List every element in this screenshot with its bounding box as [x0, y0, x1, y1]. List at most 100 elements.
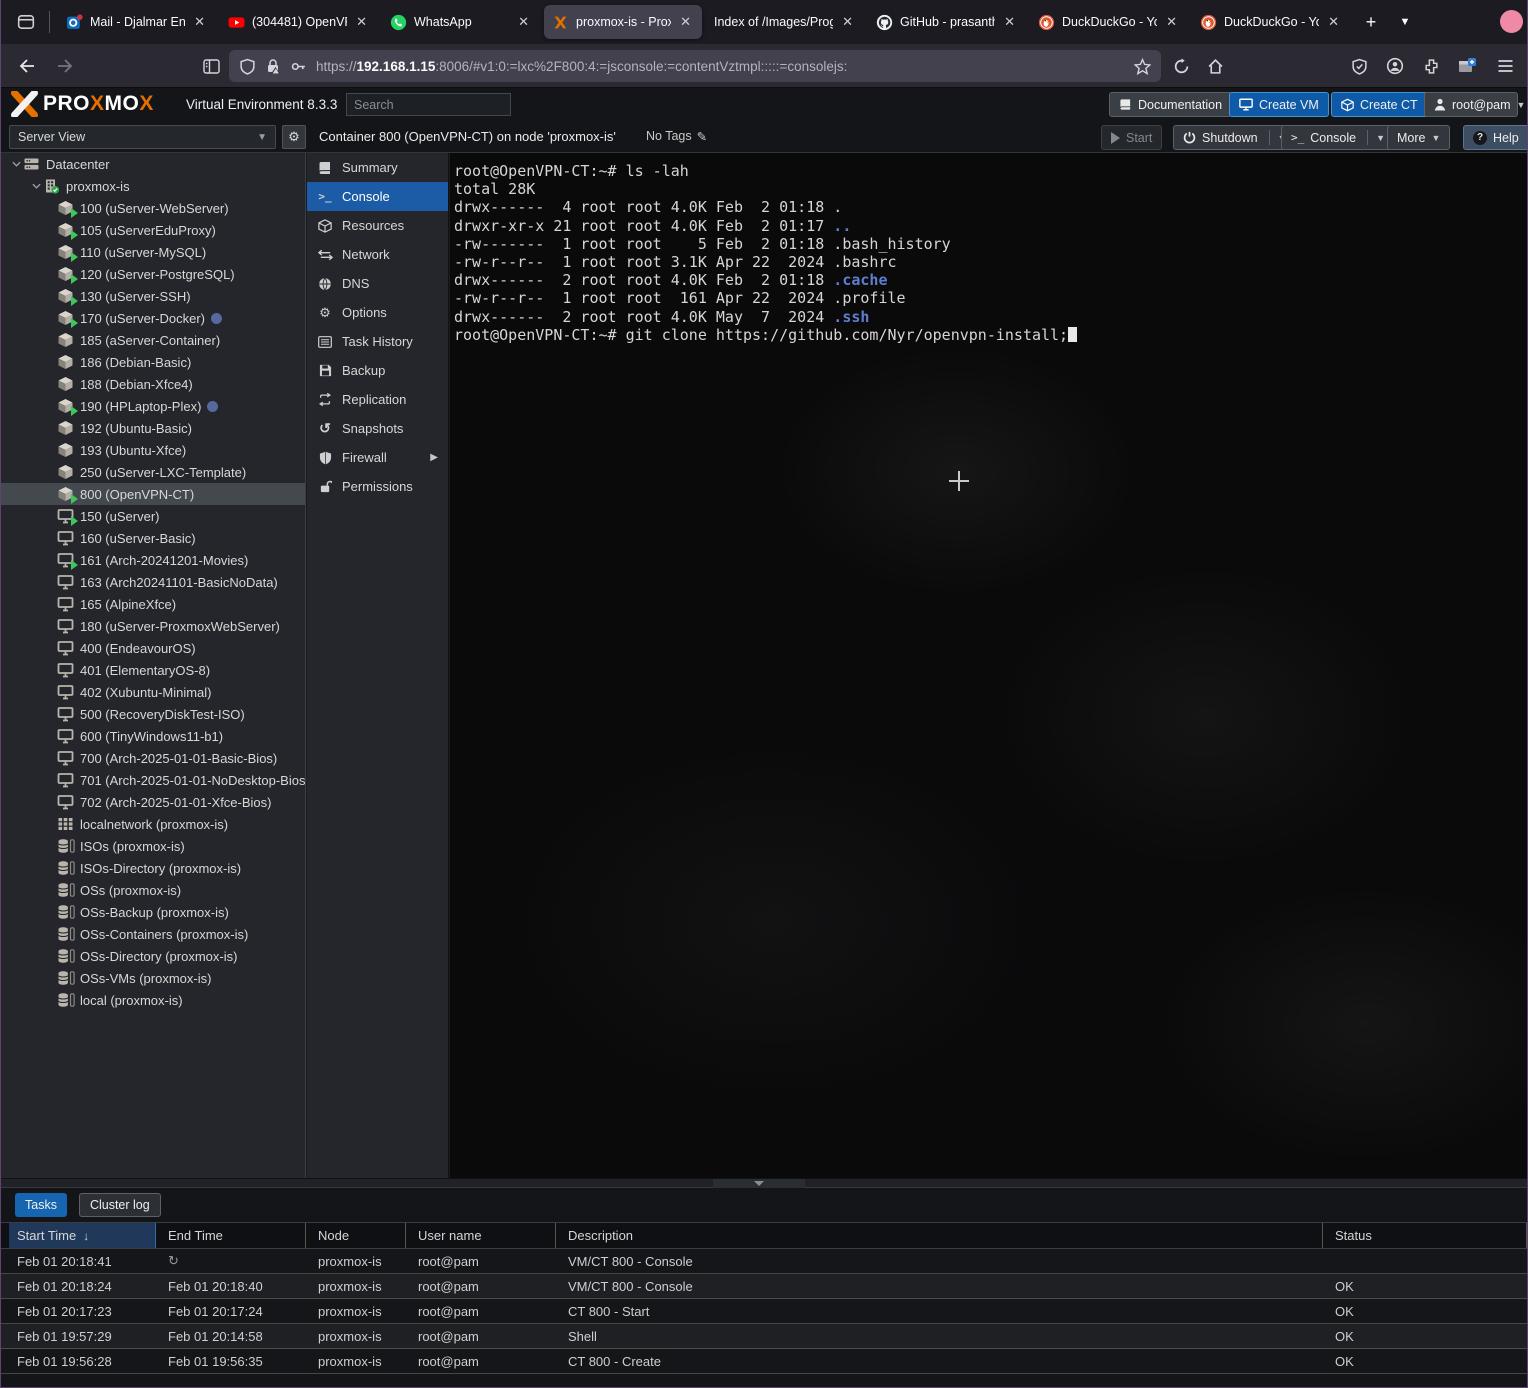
tree-item-190-hplaptop-plex[interactable]: 190 (HPLaptop-Plex)	[1, 395, 305, 417]
lock-warning-icon[interactable]	[265, 58, 281, 74]
tree-item-192-ubuntu-basic[interactable]: 192 (Ubuntu-Basic)	[1, 417, 305, 439]
tree-item-isos-directory-proxmox-is[interactable]: ISOs-Directory (proxmox-is)	[1, 857, 305, 879]
shutdown-button[interactable]: Shutdown▼	[1173, 125, 1297, 150]
tab-list-chevron-icon[interactable]: ▼	[1390, 7, 1420, 37]
collapse-handle[interactable]	[713, 1179, 805, 1188]
tree-item-isos-proxmox-is[interactable]: ISOs (proxmox-is)	[1, 835, 305, 857]
tree-item-105-uservereduproxy[interactable]: 105 (uServerEduProxy)	[1, 219, 305, 241]
key-icon[interactable]	[290, 58, 307, 75]
menu-item-console[interactable]: >_ Console	[307, 182, 448, 211]
tab-cluster-log[interactable]: Cluster log	[78, 1193, 161, 1217]
create-vm-button[interactable]: Create VM	[1229, 92, 1329, 117]
tree-item-oss-directory-proxmox-is[interactable]: OSs-Directory (proxmox-is)	[1, 945, 305, 967]
column-header-description[interactable]: Description	[556, 1223, 1323, 1248]
task-row[interactable]: Feb 01 20:18:24 Feb 01 20:18:40 proxmox-is…	[1, 1274, 1527, 1299]
close-icon[interactable]: ✕	[1163, 13, 1180, 31]
menu-item-summary[interactable]: Summary	[307, 153, 448, 182]
new-tab-button[interactable]: +	[1356, 7, 1386, 37]
start-button[interactable]: Start	[1101, 125, 1163, 150]
url-bar[interactable]: https://192.168.1.15:8006/#v1:0:=lxc%2F8…	[229, 50, 1161, 82]
tree-item-700-arch-2025-01-01-basic-bios[interactable]: 700 (Arch-2025-01-01-Basic-Bios)	[1, 747, 305, 769]
create-ct-button[interactable]: Create CT	[1331, 92, 1428, 117]
tree-item-datacenter[interactable]: Datacenter	[1, 153, 305, 175]
tree-item-402-xubuntu-minimal[interactable]: 402 (Xubuntu-Minimal)	[1, 681, 305, 703]
close-icon[interactable]: ✕	[1325, 13, 1342, 31]
screenshot-extension-icon[interactable]	[1451, 50, 1483, 82]
tree-item-400-endeavouros[interactable]: 400 (EndeavourOS)	[1, 637, 305, 659]
column-header-status[interactable]: Status	[1323, 1223, 1527, 1248]
forward-button[interactable]	[49, 50, 81, 82]
tree-item-160-userver-basic[interactable]: 160 (uServer-Basic)	[1, 527, 305, 549]
tab-index-of-images-prog[interactable]: Index of /Images/Prog ✕	[706, 5, 864, 39]
menu-item-task-history[interactable]: Task History	[307, 327, 448, 356]
tree-item-proxmox-is[interactable]: proxmox-is	[1, 175, 305, 197]
tree-item-188-debian-xfce4[interactable]: 188 (Debian-Xfce4)	[1, 373, 305, 395]
user-menu-button[interactable]: root@pam ▼	[1424, 92, 1525, 117]
close-icon[interactable]: ✕	[677, 13, 694, 31]
account-avatar[interactable]	[1500, 10, 1523, 33]
tree-item-193-ubuntu-xfce[interactable]: 193 (Ubuntu-Xfce)	[1, 439, 305, 461]
menu-item-options[interactable]: ⚙ Options	[307, 298, 448, 327]
chevron-expanded-icon[interactable]	[29, 183, 43, 189]
chevron-down-icon[interactable]: ▼	[1376, 133, 1385, 143]
tree-item-185-aserver-container[interactable]: 185 (aServer-Container)	[1, 329, 305, 351]
tab-duckduckgo-you[interactable]: DuckDuckGo - You ✕	[1192, 5, 1350, 39]
tab-duckduckgo-you[interactable]: DuckDuckGo - You ✕	[1030, 5, 1188, 39]
menu-item-resources[interactable]: Resources	[307, 211, 448, 240]
console-screen[interactable]: root@OpenVPN-CT:~# ls -lah total 28K drwx-…	[450, 153, 1527, 1178]
tree-item-100-userver-webserver[interactable]: 100 (uServer-WebServer)	[1, 197, 305, 219]
console-button[interactable]: >_ Console ▼	[1281, 125, 1396, 150]
tree-item-250-userver-lxc-template[interactable]: 250 (uServer-LXC-Template)	[1, 461, 305, 483]
tab-mail-djalmar-enri[interactable]: Mail - Djalmar Enri ✕	[58, 5, 216, 39]
pve-search-input[interactable]	[346, 93, 511, 116]
help-button[interactable]: ? Help	[1463, 125, 1527, 150]
extensions-icon[interactable]	[1415, 50, 1447, 82]
sidebar-toggle-icon[interactable]	[195, 50, 227, 82]
tree-settings-button[interactable]: ⚙	[282, 125, 306, 149]
close-icon[interactable]: ✕	[1001, 13, 1018, 31]
tree-item-165-alpinexfce[interactable]: 165 (AlpineXfce)	[1, 593, 305, 615]
tags-editor[interactable]: No Tags ✎	[646, 129, 707, 144]
column-header-start-time[interactable]: Start Time ↓	[9, 1223, 156, 1248]
tree-item-800-openvpn-ct[interactable]: 800 (OpenVPN-CT)	[1, 483, 305, 505]
panel-splitter[interactable]	[1, 1178, 1527, 1188]
menu-item-snapshots[interactable]: ↺ Snapshots	[307, 414, 448, 443]
tree-item-130-userver-ssh[interactable]: 130 (uServer-SSH)	[1, 285, 305, 307]
close-icon[interactable]: ✕	[353, 13, 370, 31]
tree-item-localnetwork-proxmox-is[interactable]: localnetwork (proxmox-is)	[1, 813, 305, 835]
protections-shield-icon[interactable]	[1343, 50, 1375, 82]
tree-item-110-userver-mysql[interactable]: 110 (uServer-MySQL)	[1, 241, 305, 263]
column-header-user-name[interactable]: User name	[406, 1223, 556, 1248]
tab-proxmox-is-prox[interactable]: proxmox-is - Prox ✕	[544, 5, 702, 39]
tree-item-500-recoverydisktest-iso[interactable]: 500 (RecoveryDiskTest-ISO)	[1, 703, 305, 725]
tree-item-186-debian-basic[interactable]: 186 (Debian-Basic)	[1, 351, 305, 373]
tree-item-oss-vms-proxmox-is[interactable]: OSs-VMs (proxmox-is)	[1, 967, 305, 989]
close-icon[interactable]: ✕	[839, 13, 856, 31]
task-row[interactable]: Feb 01 19:56:28 Feb 01 19:56:35 proxmox-is…	[1, 1349, 1527, 1374]
tree-item-702-arch-2025-01-01-xfce-bios[interactable]: 702 (Arch-2025-01-01-Xfce-Bios)	[1, 791, 305, 813]
task-row[interactable]: Feb 01 20:18:41 ↻ proxmox-is root@pam VM/CT …	[1, 1249, 1527, 1274]
tree-item-oss-containers-proxmox-is[interactable]: OSs-Containers (proxmox-is)	[1, 923, 305, 945]
home-icon[interactable]	[1199, 50, 1231, 82]
menu-item-dns[interactable]: DNS	[307, 269, 448, 298]
tree-item-401-elementaryos-8[interactable]: 401 (ElementaryOS-8)	[1, 659, 305, 681]
menu-item-permissions[interactable]: Permissions	[307, 472, 448, 501]
tree-item-oss-proxmox-is[interactable]: OSs (proxmox-is)	[1, 879, 305, 901]
reload-icon[interactable]	[1165, 50, 1197, 82]
menu-item-firewall[interactable]: Firewall ▶	[307, 443, 448, 472]
tree-item-600-tinywindows11-b1[interactable]: 600 (TinyWindows11-b1)	[1, 725, 305, 747]
task-row[interactable]: Feb 01 20:17:23 Feb 01 20:17:24 proxmox-is…	[1, 1299, 1527, 1324]
view-selector[interactable]: Server View ▼	[9, 125, 276, 149]
column-header-node[interactable]: Node	[306, 1223, 406, 1248]
tree-item-170-userver-docker[interactable]: 170 (uServer-Docker)	[1, 307, 305, 329]
tab-github-prasanthr[interactable]: GitHub - prasanthr ✕	[868, 5, 1026, 39]
close-icon[interactable]: ✕	[191, 13, 208, 31]
tab-whatsapp[interactable]: WhatsApp ✕	[382, 5, 540, 39]
close-icon[interactable]: ✕	[515, 13, 532, 31]
tree-item-local-proxmox-is[interactable]: local (proxmox-is)	[1, 989, 305, 1011]
column-header-end-time[interactable]: End Time	[156, 1223, 306, 1248]
tree-item-163-arch20241101-basicnodata[interactable]: 163 (Arch20241101-BasicNoData)	[1, 571, 305, 593]
tree-item-161-arch-20241201-movies[interactable]: 161 (Arch-20241201-Movies)	[1, 549, 305, 571]
tree-item-oss-backup-proxmox-is[interactable]: OSs-Backup (proxmox-is)	[1, 901, 305, 923]
tracking-shield-icon[interactable]	[239, 58, 256, 75]
